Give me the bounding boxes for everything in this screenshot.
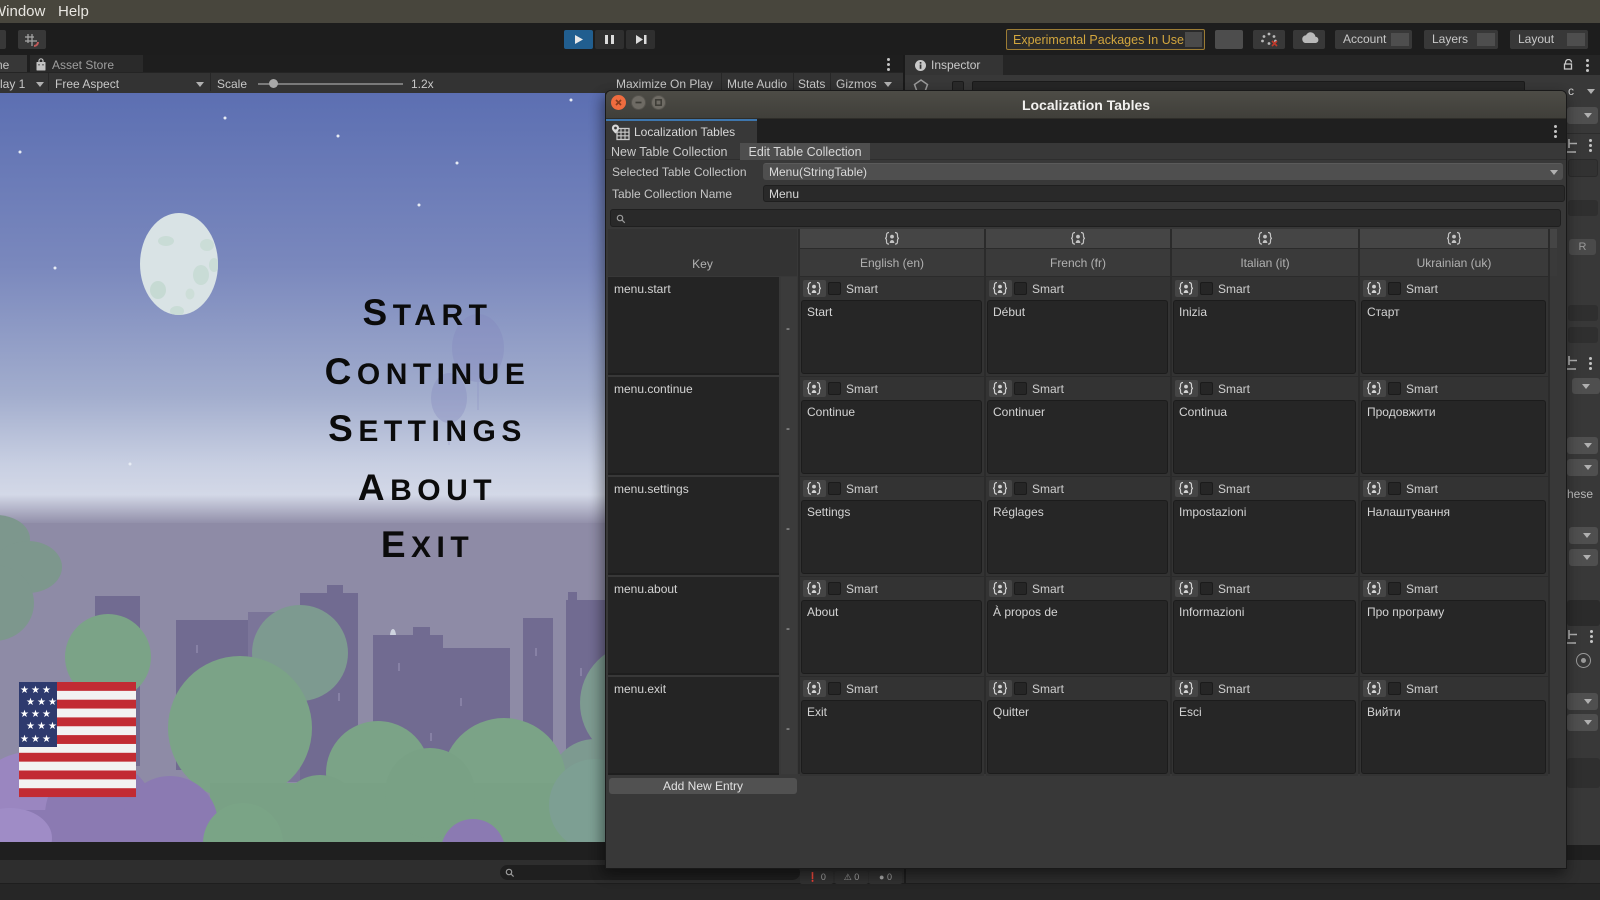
svg-text:★: ★ (48, 697, 57, 708)
svg-text:★: ★ (20, 734, 29, 745)
svg-text:★: ★ (37, 721, 46, 732)
svg-text:★: ★ (20, 709, 29, 720)
svg-text:★: ★ (37, 697, 46, 708)
svg-text:★: ★ (48, 721, 57, 732)
svg-text:★: ★ (31, 734, 40, 745)
svg-text:★: ★ (20, 685, 29, 696)
svg-text:★: ★ (31, 709, 40, 720)
svg-text:★: ★ (42, 734, 51, 745)
svg-text:★: ★ (26, 721, 35, 732)
svg-text:★: ★ (42, 685, 51, 696)
svg-text:★: ★ (42, 709, 51, 720)
svg-text:★: ★ (26, 697, 35, 708)
svg-text:★: ★ (31, 685, 40, 696)
